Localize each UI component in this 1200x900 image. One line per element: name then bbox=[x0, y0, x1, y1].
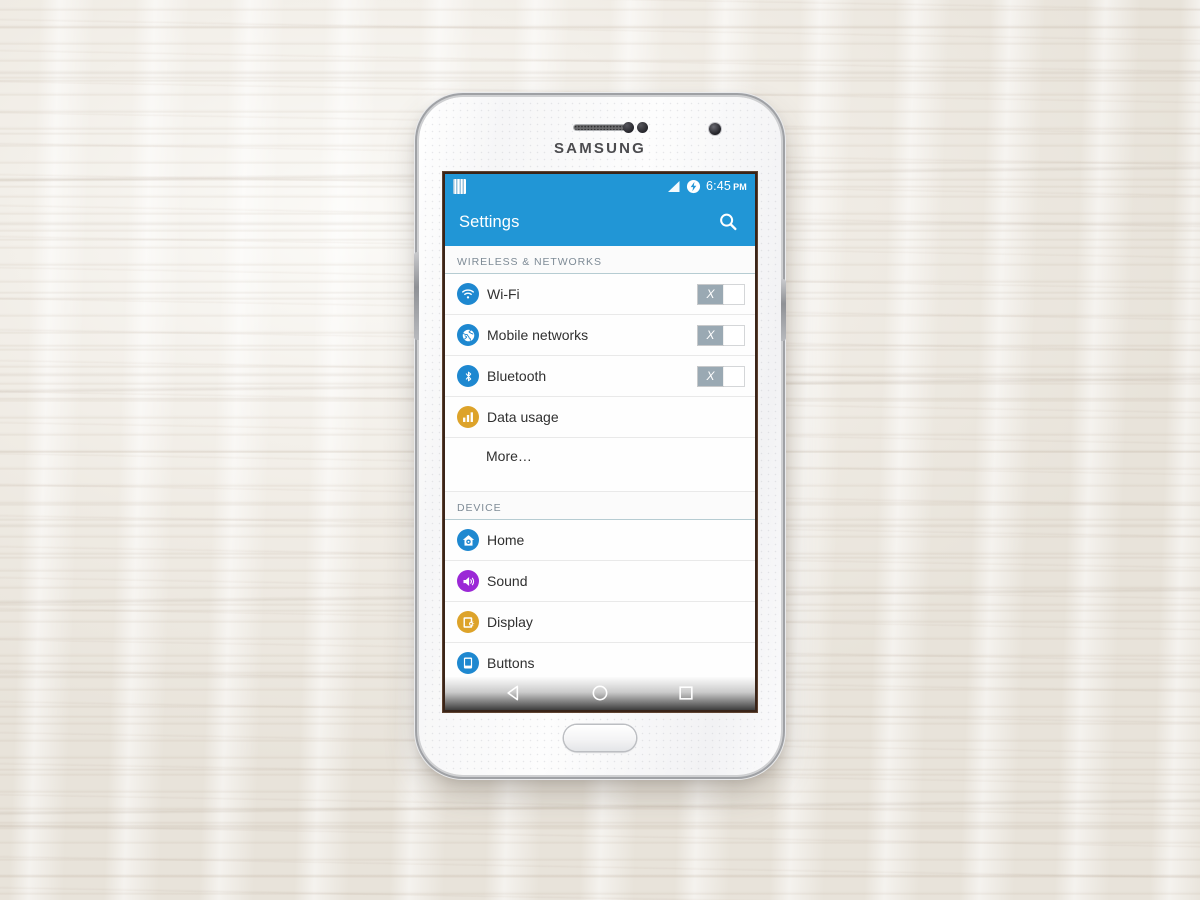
back-triangle-icon bbox=[507, 685, 519, 701]
page-title: Settings bbox=[459, 212, 520, 231]
status-bar-right: 6:45 PM bbox=[666, 179, 747, 194]
settings-row-label: Wi-Fi bbox=[487, 286, 520, 302]
tablet-icon bbox=[457, 652, 479, 674]
settings-row-label: More… bbox=[486, 448, 532, 464]
settings-toggle[interactable]: X bbox=[697, 283, 745, 305]
bar-chart-icon bbox=[457, 406, 479, 428]
status-clock: 6:45 PM bbox=[706, 179, 747, 193]
status-bar: 6:45 PM bbox=[445, 174, 755, 198]
app-bar: Settings bbox=[445, 198, 755, 246]
nav-back-button[interactable] bbox=[501, 680, 527, 706]
toggle-thumb: X bbox=[698, 325, 723, 345]
android-nav-bar bbox=[445, 676, 755, 710]
nav-recents-button[interactable] bbox=[673, 680, 699, 706]
signal-strength-icon bbox=[667, 180, 680, 192]
settings-row[interactable]: Display bbox=[445, 602, 755, 643]
status-bar-left bbox=[453, 178, 466, 194]
settings-row[interactable]: More… bbox=[445, 438, 755, 492]
wifi-icon bbox=[457, 283, 479, 305]
power-button[interactable] bbox=[781, 279, 786, 341]
phone-device: SAMSUNG 6:45 PM Settings WIRELESS & NETW… bbox=[414, 97, 786, 775]
settings-row[interactable]: Sound bbox=[445, 561, 755, 602]
search-icon bbox=[720, 213, 737, 231]
toggle-thumb: X bbox=[698, 366, 723, 386]
settings-row-label: Buttons bbox=[487, 655, 535, 671]
toggle-thumb: X bbox=[698, 284, 723, 304]
clock-time: 6:45 bbox=[705, 179, 732, 193]
physical-home-button[interactable] bbox=[564, 725, 636, 751]
settings-list[interactable]: WIRELESS & NETWORKS Wi-Fi X Mobile networks… bbox=[445, 246, 755, 676]
section-header: WIRELESS & NETWORKS bbox=[445, 246, 755, 274]
settings-row[interactable]: Mobile networks X bbox=[445, 315, 755, 356]
proximity-sensor-icon bbox=[623, 122, 634, 133]
settings-row-label: Mobile networks bbox=[487, 327, 589, 343]
brightness-icon bbox=[457, 611, 479, 633]
settings-row-label: Bluetooth bbox=[487, 368, 547, 384]
settings-toggle[interactable]: X bbox=[697, 365, 745, 387]
globe-icon bbox=[457, 324, 479, 346]
settings-row-label: Home bbox=[487, 532, 525, 548]
settings-row-label: Display bbox=[487, 614, 533, 630]
earpiece-speaker-icon bbox=[573, 124, 627, 131]
settings-row-label: Sound bbox=[487, 573, 528, 589]
notification-icon bbox=[453, 178, 466, 194]
settings-row[interactable]: Buttons bbox=[445, 643, 755, 676]
home-gear-icon bbox=[457, 529, 479, 551]
front-camera-icon bbox=[709, 123, 721, 135]
recents-square-icon bbox=[679, 686, 693, 700]
nav-home-button[interactable] bbox=[587, 680, 613, 706]
light-sensor-icon bbox=[637, 122, 648, 133]
settings-row-label: Data usage bbox=[487, 409, 559, 425]
clock-ampm: PM bbox=[733, 182, 747, 192]
bluetooth-icon bbox=[457, 365, 479, 387]
section-header: DEVICE bbox=[445, 492, 755, 520]
settings-toggle[interactable]: X bbox=[697, 324, 745, 346]
settings-row[interactable]: Bluetooth X bbox=[445, 356, 755, 397]
volume-button[interactable] bbox=[414, 252, 419, 340]
home-circle-icon bbox=[592, 685, 608, 701]
settings-row[interactable]: Home bbox=[445, 520, 755, 561]
battery-charging-icon bbox=[686, 179, 701, 193]
settings-row[interactable]: Wi-Fi X bbox=[445, 274, 755, 315]
settings-row[interactable]: Data usage bbox=[445, 397, 755, 438]
search-button[interactable] bbox=[715, 209, 741, 235]
speaker-icon bbox=[457, 570, 479, 592]
phone-screen: 6:45 PM Settings WIRELESS & NETWORKS Wi-F… bbox=[445, 174, 755, 710]
samsung-brand-logo: SAMSUNG bbox=[553, 140, 647, 157]
